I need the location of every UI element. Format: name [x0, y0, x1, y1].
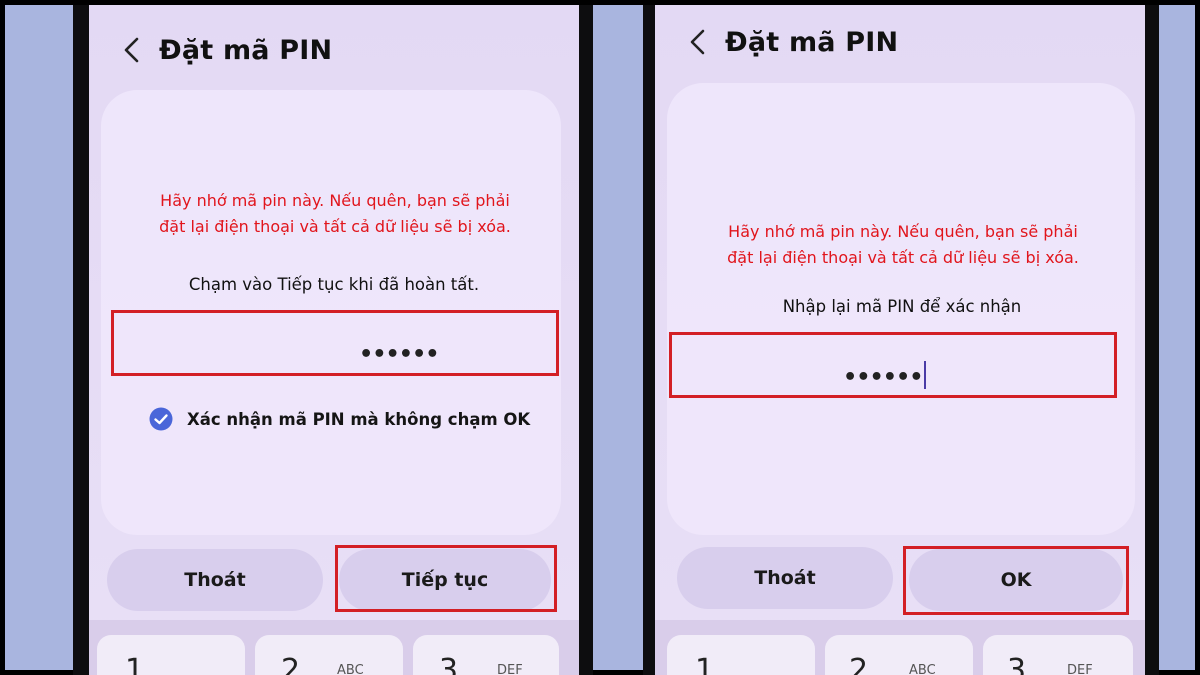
checkbox-label: Xác nhận mã PIN mà không chạm OK [187, 409, 531, 429]
screen-right: Đặt mã PIN Hãy nhớ mã pin này. Nếu quên,… [655, 5, 1145, 675]
highlight-box-ok [903, 546, 1129, 615]
cancel-button[interactable]: Thoát [677, 547, 893, 609]
key-number: 2 [281, 653, 301, 675]
chevron-left-icon[interactable] [119, 33, 147, 67]
page-title: Đặt mã PIN [159, 34, 333, 66]
key-letters: ABC [909, 663, 936, 675]
key-number: 2 [849, 653, 869, 675]
key-1[interactable]: 1 [97, 635, 245, 675]
key-number: 3 [1007, 653, 1027, 675]
phone-left: Đặt mã PIN Hãy nhớ mã pin này. Nếu quên,… [73, 5, 593, 675]
warning-line-1: Hãy nhớ mã pin này. Nếu quên, bạn sẽ phả… [728, 222, 1078, 241]
instruction-text: Chạm vào Tiếp tục khi đã hoàn tất. [188, 275, 480, 294]
key-letters: DEF [1067, 663, 1093, 675]
key-number: 1 [695, 653, 715, 675]
phone-right: Đặt mã PIN Hãy nhớ mã pin này. Nếu quên,… [643, 5, 1159, 675]
warning-line-2: đặt lại điện thoại và tất cả dữ liệu sẽ … [159, 217, 511, 236]
key-3[interactable]: 3 DEF [413, 635, 559, 675]
header: Đặt mã PIN [119, 33, 332, 67]
screen-left: Đặt mã PIN Hãy nhớ mã pin này. Nếu quên,… [89, 5, 579, 675]
key-letters: ABC [337, 663, 364, 675]
highlight-box-pin [111, 310, 559, 376]
highlight-box-pin [669, 332, 1117, 398]
highlight-box-continue [335, 545, 557, 612]
check-circle-icon [149, 407, 173, 431]
image-frame: Đặt mã PIN Hãy nhớ mã pin này. Nếu quên,… [0, 0, 1200, 675]
key-letters: DEF [497, 663, 523, 675]
warning-line-1: Hãy nhớ mã pin này. Nếu quên, bạn sẽ phả… [160, 191, 510, 210]
key-2[interactable]: 2 ABC [825, 635, 973, 675]
key-1[interactable]: 1 [667, 635, 815, 675]
key-3[interactable]: 3 DEF [983, 635, 1133, 675]
warning-line-2: đặt lại điện thoại và tất cả dữ liệu sẽ … [727, 248, 1079, 267]
confirm-without-ok-checkbox[interactable]: Xác nhận mã PIN mà không chạm OK [149, 407, 530, 431]
page-title: Đặt mã PIN [725, 26, 899, 58]
header: Đặt mã PIN [685, 25, 898, 59]
instruction-text: Nhập lại mã PIN để xác nhận [782, 297, 1022, 316]
chevron-left-icon[interactable] [685, 25, 713, 59]
cancel-button[interactable]: Thoát [107, 549, 323, 611]
key-2[interactable]: 2 ABC [255, 635, 403, 675]
key-number: 1 [125, 653, 145, 675]
key-number: 3 [439, 653, 459, 675]
